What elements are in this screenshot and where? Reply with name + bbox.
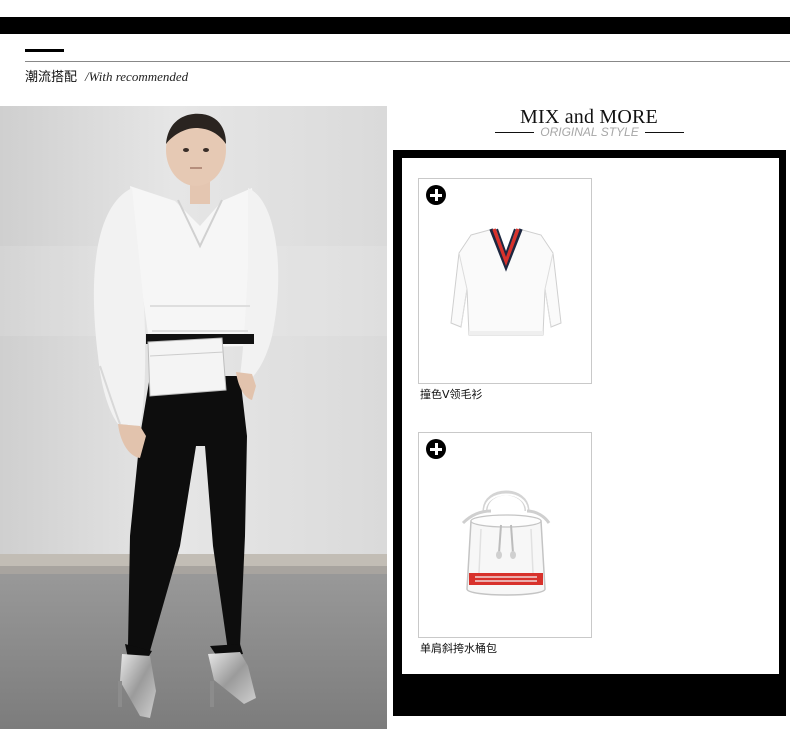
mix-subtitle-group: ORIGINAL STYLE bbox=[495, 124, 684, 140]
product-image-frame[interactable] bbox=[418, 178, 592, 384]
section-title-english: /With recommended bbox=[85, 69, 189, 84]
subtitle-rule-left bbox=[495, 132, 534, 133]
header-accent-dash bbox=[25, 49, 64, 52]
plus-circle-icon[interactable] bbox=[426, 185, 446, 205]
sweater-image bbox=[450, 228, 562, 336]
section-title-chinese: 潮流搭配 bbox=[25, 70, 78, 85]
model-photo bbox=[0, 106, 387, 729]
mix-subtitle: ORIGINAL STYLE bbox=[540, 125, 639, 139]
plus-circle-icon[interactable] bbox=[426, 439, 446, 459]
products-panel: 撞色V领毛衫 单肩斜挎水桶包 bbox=[393, 150, 786, 716]
product-name[interactable]: 撞色V领毛衫 bbox=[420, 388, 483, 402]
subtitle-rule-right bbox=[645, 132, 684, 133]
header-divider bbox=[25, 61, 790, 62]
model-photo-illustration bbox=[0, 106, 387, 729]
products-panel-inner: 撞色V领毛衫 单肩斜挎水桶包 bbox=[402, 158, 779, 674]
section-title: 潮流搭配/With recommended bbox=[25, 68, 188, 87]
top-black-bar bbox=[0, 17, 790, 34]
bucket-bag-image bbox=[461, 490, 551, 596]
product-name[interactable]: 单肩斜挎水桶包 bbox=[420, 642, 497, 656]
product-image-frame[interactable] bbox=[418, 432, 592, 638]
